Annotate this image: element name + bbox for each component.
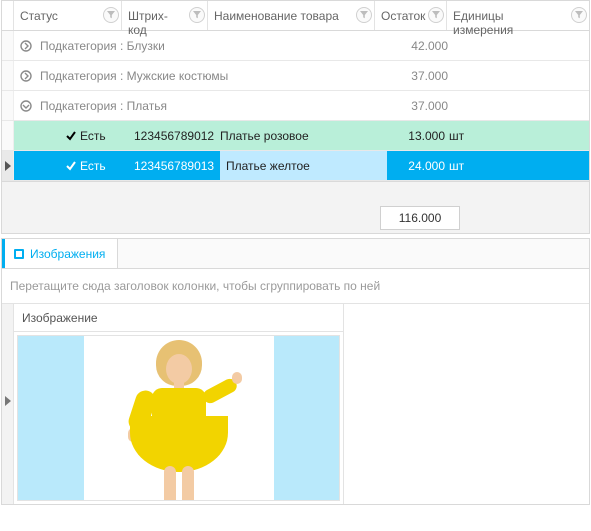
row-indicator	[2, 31, 14, 60]
row-indicator	[2, 304, 14, 504]
image-cell[interactable]	[17, 335, 340, 501]
filter-icon[interactable]	[103, 7, 119, 23]
filter-icon[interactable]	[356, 7, 372, 23]
col-status-label: Статус	[20, 9, 58, 23]
group-label: Подкатегория : Мужские костюмы	[38, 69, 388, 83]
row-indicator-header	[2, 1, 14, 30]
expand-icon[interactable]	[14, 40, 38, 52]
product-image	[84, 336, 274, 500]
col-name-label: Наименование товара	[214, 9, 339, 23]
expand-icon[interactable]	[14, 70, 38, 82]
grid-footer: 116.000	[1, 202, 590, 234]
cell-status: Есть	[80, 159, 134, 173]
row-indicator	[2, 91, 14, 120]
image-column: Изображение	[14, 304, 344, 504]
cell-stock: 24.000	[387, 159, 445, 173]
col-uom-label: Единицы измерения	[453, 9, 513, 37]
filter-icon[interactable]	[571, 7, 587, 23]
cell-barcode: 123456789013	[134, 159, 220, 173]
cell-status: Есть	[80, 129, 134, 143]
col-stock[interactable]: Остаток	[375, 1, 447, 30]
group-row[interactable]: Подкатегория : Платья 37.000	[2, 91, 589, 121]
collapse-icon[interactable]	[14, 100, 38, 112]
detail-body: Изображение	[2, 304, 589, 504]
image-icon	[14, 249, 24, 259]
group-label: Подкатегория : Блузки	[38, 39, 388, 53]
grid-header: Статус Штрих-код Наименование товара Ост…	[2, 1, 589, 31]
cell-uom: шт	[445, 129, 464, 143]
filter-icon[interactable]	[428, 7, 444, 23]
row-indicator	[2, 121, 14, 150]
image-column-header[interactable]: Изображение	[14, 304, 343, 332]
check-icon	[62, 130, 80, 142]
cell-uom: шт	[445, 159, 464, 173]
cell-name: Платье розовое	[220, 129, 387, 143]
tab-images[interactable]: Изображения	[2, 238, 118, 268]
grid-body: Подкатегория : Блузки 42.000 Подкатегори…	[2, 31, 589, 181]
col-uom[interactable]: Единицы измерения	[447, 1, 589, 30]
group-by-hint[interactable]: Перетащите сюда заголовок колонки, чтобы…	[2, 269, 589, 304]
col-barcode[interactable]: Штрих-код	[122, 1, 208, 30]
col-stock-label: Остаток	[381, 9, 425, 23]
cell-barcode: 123456789012	[134, 129, 220, 143]
tabs: Изображения	[2, 239, 589, 269]
group-row[interactable]: Подкатегория : Мужские костюмы 37.000	[2, 61, 589, 91]
table-row[interactable]: Есть 123456789012 Платье розовое 13.000 …	[2, 121, 589, 151]
tab-label: Изображения	[30, 247, 105, 261]
row-indicator	[2, 151, 14, 180]
products-grid: Статус Штрих-код Наименование товара Ост…	[1, 0, 590, 182]
group-stock: 42.000	[388, 39, 448, 53]
check-icon	[62, 160, 80, 172]
cell-stock: 13.000	[387, 129, 445, 143]
cell-name: Платье желтое	[220, 151, 387, 180]
group-label: Подкатегория : Платья	[38, 99, 388, 113]
filter-icon[interactable]	[189, 7, 205, 23]
col-status[interactable]: Статус	[14, 1, 122, 30]
col-name[interactable]: Наименование товара	[208, 1, 375, 30]
detail-panel: Изображения Перетащите сюда заголовок ко…	[1, 238, 590, 505]
grid-total: 116.000	[380, 206, 460, 230]
row-indicator	[2, 61, 14, 90]
table-row-selected[interactable]: Есть 123456789013 Платье желтое 24.000 ш…	[2, 151, 589, 181]
group-stock: 37.000	[388, 99, 448, 113]
group-stock: 37.000	[388, 69, 448, 83]
